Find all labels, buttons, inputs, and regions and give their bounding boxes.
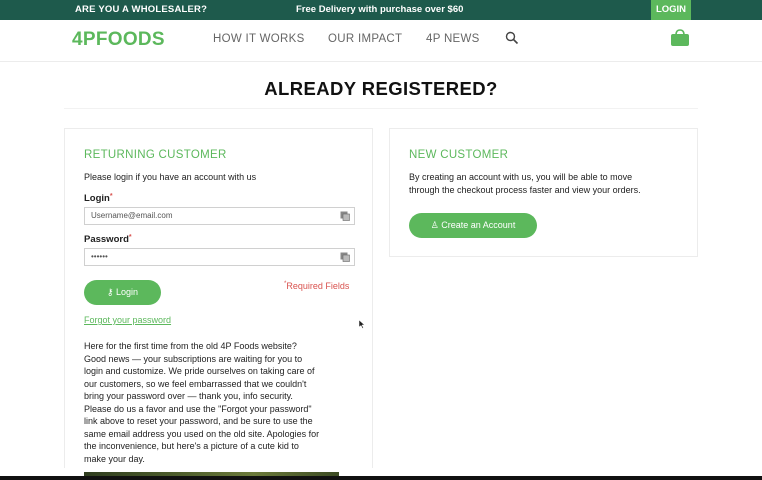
- window-bottom-edge: [0, 476, 762, 480]
- info-line: link above to reset your password, and b…: [84, 416, 313, 426]
- title-divider: [64, 108, 698, 109]
- create-account-label: Create an Account: [441, 220, 516, 230]
- create-account-button[interactable]: ♙ Create an Account: [409, 213, 537, 238]
- info-line: login and customize. We pride ourselves …: [84, 366, 315, 376]
- new-customer-panel: NEW CUSTOMER By creating an account with…: [389, 128, 698, 257]
- info-line: the inconvenience, but here's a picture …: [84, 441, 299, 451]
- mouse-cursor-icon: [358, 316, 366, 329]
- forgot-password-link[interactable]: Forgot your password: [84, 315, 171, 325]
- autofill-icon[interactable]: [340, 211, 350, 221]
- free-delivery-text: Free Delivery with purchase over $60: [296, 4, 464, 15]
- main-nav: 4PFOODS HOW IT WORKS OUR IMPACT 4P NEWS: [0, 20, 762, 62]
- description-line: through the checkout process faster and …: [409, 184, 641, 195]
- new-customer-description: By creating an account with us, you will…: [409, 171, 694, 196]
- login-label-text: Login: [84, 193, 110, 204]
- nav-link-our-impact[interactable]: OUR IMPACT: [328, 33, 402, 45]
- top-login-button[interactable]: LOGIN: [651, 0, 691, 20]
- required-fields-text: Required Fields: [286, 281, 350, 291]
- shopping-bag-icon[interactable]: [670, 29, 690, 47]
- login-button-label: Login: [116, 287, 139, 297]
- promo-bar: ARE YOU A WHOLESALER? Free Delivery with…: [0, 0, 762, 20]
- login-email-input[interactable]: Username@email.com: [84, 207, 355, 225]
- password-label-text: Password: [84, 234, 129, 245]
- returning-customer-panel: RETURNING CUSTOMER Please login if you h…: [64, 128, 373, 478]
- search-icon[interactable]: [505, 31, 519, 45]
- site-logo[interactable]: 4PFOODS: [72, 29, 165, 51]
- password-input[interactable]: ••••••: [84, 248, 355, 266]
- wholesaler-link[interactable]: ARE YOU A WHOLESALER?: [75, 4, 207, 15]
- info-line: make your day.: [84, 453, 145, 464]
- login-intro-text: Please login if you have an account with…: [84, 172, 257, 182]
- info-line: Here for the first time from the old 4P …: [84, 341, 297, 351]
- info-line: Good news — your subscriptions are waiti…: [84, 353, 303, 364]
- required-asterisk: *: [109, 193, 113, 200]
- description-line: By creating an account with us, you will…: [409, 172, 633, 182]
- migration-info-text: Here for the first time from the old 4P …: [84, 340, 344, 465]
- info-line: Please do us a favor and use the "Forgot…: [84, 403, 312, 414]
- returning-customer-title: RETURNING CUSTOMER: [84, 149, 227, 161]
- info-line: bring your password over — thank you, in…: [84, 391, 293, 401]
- new-customer-title: NEW CUSTOMER: [409, 149, 509, 161]
- password-value: ••••••: [91, 252, 108, 261]
- required-asterisk: *: [128, 234, 132, 241]
- login-button[interactable]: ⚷ Login: [84, 280, 161, 305]
- key-icon: ⚷: [106, 287, 114, 297]
- nav-link-4p-news[interactable]: 4P NEWS: [426, 33, 480, 45]
- required-fields-note: *Required Fields: [284, 281, 349, 291]
- user-icon: ♙: [430, 220, 439, 230]
- login-email-value: Username@email.com: [91, 211, 173, 220]
- password-field-label: Password*: [84, 234, 132, 245]
- autofill-icon[interactable]: [340, 252, 350, 262]
- login-field-label: Login*: [84, 193, 113, 204]
- nav-link-how-it-works[interactable]: HOW IT WORKS: [213, 33, 305, 45]
- page-title: ALREADY REGISTERED?: [264, 78, 498, 99]
- info-line: same email address you used on the old s…: [84, 428, 320, 439]
- info-line: our customers, so we feel embarrassed th…: [84, 378, 307, 389]
